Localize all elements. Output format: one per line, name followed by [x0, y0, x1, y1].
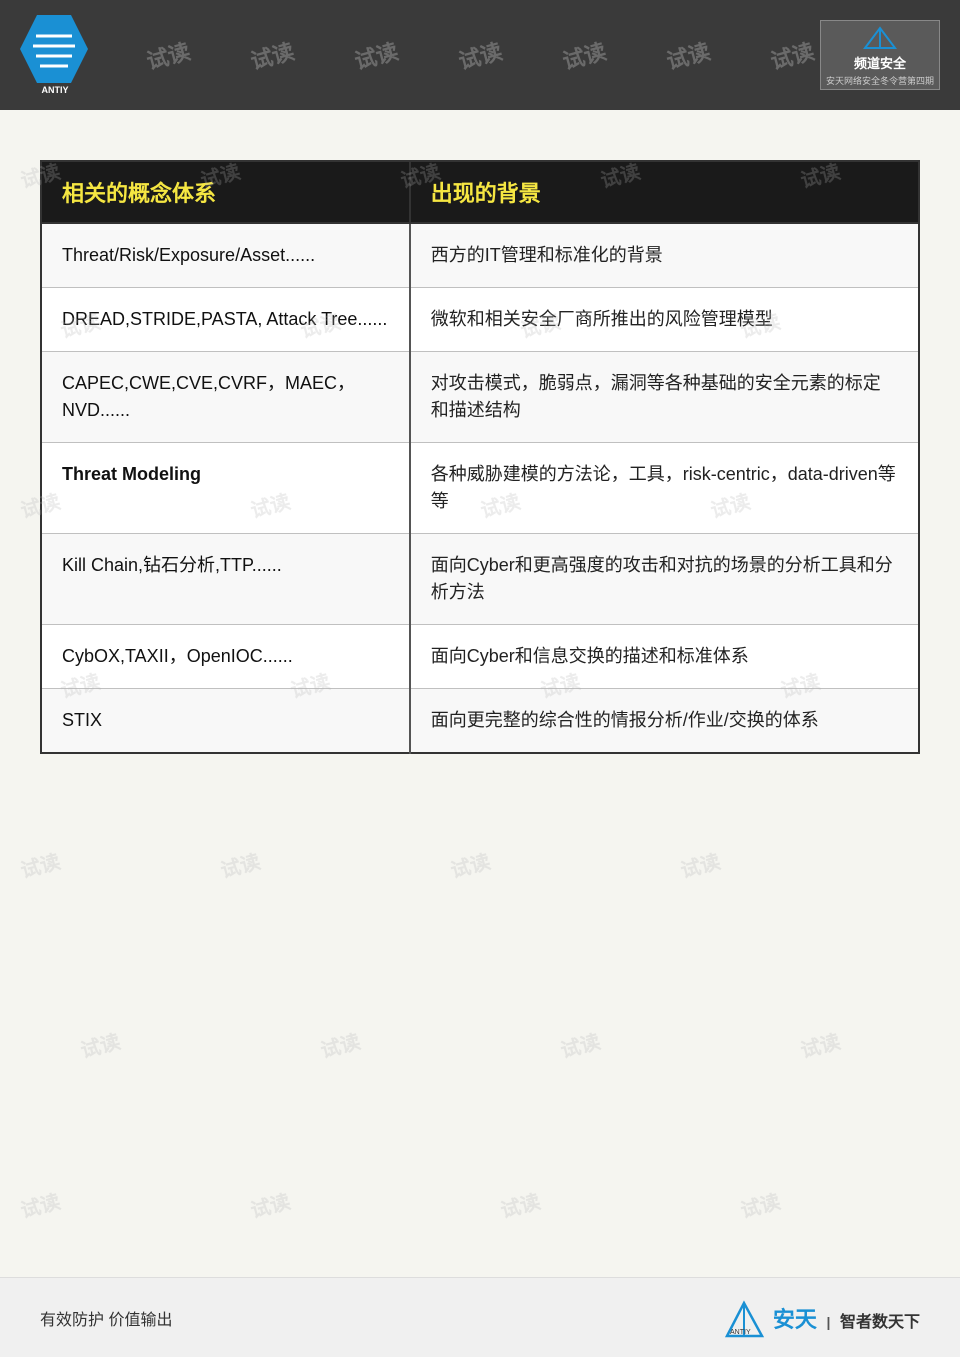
header: ANTIY 试读 试读 试读 试读 试读 试读 试读 频道安全 安天网络安全冬令… [0, 0, 960, 110]
cell-background-6: 面向更完整的综合性的情报分析/作业/交换的体系 [410, 689, 919, 754]
table-header-row: 相关的概念体系 出现的背景 [41, 161, 919, 223]
brand-sub: 安天网络安全冬令营第四期 [826, 74, 934, 87]
table-row: CAPEC,CWE,CVE,CVRF，MAEC，NVD......对攻击模式，脆… [41, 352, 919, 443]
table-row: CybOX,TAXII，OpenIOC......面向Cyber和信息交换的描述… [41, 625, 919, 689]
cell-concept-1: DREAD,STRIDE,PASTA, Attack Tree...... [41, 288, 410, 352]
footer-right: ANTIY 安天 | 智者数天下 [722, 1298, 920, 1338]
svg-text:ANTIY: ANTIY [730, 1329, 751, 1336]
table-row: Kill Chain,钻石分析,TTP......面向Cyber和更高强度的攻击… [41, 534, 919, 625]
footer-brand: 安天 | 智者数天下 [773, 1302, 920, 1334]
table-row: Threat/Risk/Exposure/Asset......西方的IT管理和… [41, 223, 919, 288]
footer: 有效防护 价值输出 ANTIY 安天 | 智者数天下 [0, 1277, 960, 1357]
footer-brand-tagline: 智者数天下 [840, 1314, 920, 1331]
watermark-1: 试读 [143, 34, 194, 76]
watermark-3: 试读 [351, 34, 402, 76]
cell-concept-2: CAPEC,CWE,CVE,CVRF，MAEC，NVD...... [41, 352, 410, 443]
footer-logo-icon: ANTIY [722, 1298, 767, 1338]
brand-name: 频道安全 [854, 53, 906, 72]
watermark-7: 试读 [767, 34, 818, 76]
footer-brand-pipe: | [827, 1314, 831, 1330]
table-row: Threat Modeling各种威胁建模的方法论，工具，risk-centri… [41, 443, 919, 534]
table-row: STIX面向更完整的综合性的情报分析/作业/交换的体系 [41, 689, 919, 754]
concept-table: 相关的概念体系 出现的背景 Threat/Risk/Exposure/Asset… [40, 160, 920, 754]
logo-hexagon [20, 15, 88, 83]
watermark-4: 试读 [455, 34, 506, 76]
header-watermarks: 试读 试读 试读 试读 试读 试读 试读 [0, 0, 960, 110]
cell-background-4: 面向Cyber和更高强度的攻击和对抗的场景的分析工具和分析方法 [410, 534, 919, 625]
logo-icon [28, 24, 80, 74]
logo-area: ANTIY [20, 15, 90, 95]
cell-background-0: 西方的IT管理和标准化的背景 [410, 223, 919, 288]
main-content: 相关的概念体系 出现的背景 Threat/Risk/Exposure/Asset… [0, 110, 960, 1277]
footer-brand-zh: 安天 [773, 1307, 817, 1332]
watermark-6: 试读 [663, 34, 714, 76]
table-row: DREAD,STRIDE,PASTA, Attack Tree......微软和… [41, 288, 919, 352]
col1-header: 相关的概念体系 [41, 161, 410, 223]
footer-slogan: 有效防护 价值输出 [40, 1306, 172, 1330]
watermark-5: 试读 [559, 34, 610, 76]
cell-concept-3: Threat Modeling [41, 443, 410, 534]
logo-shape: ANTIY [20, 15, 90, 95]
cell-concept-0: Threat/Risk/Exposure/Asset...... [41, 223, 410, 288]
col2-header: 出现的背景 [410, 161, 919, 223]
logo-text: ANTIY [20, 85, 90, 95]
brand-icon [855, 23, 905, 53]
cell-background-3: 各种威胁建模的方法论，工具，risk-centric，data-driven等等 [410, 443, 919, 534]
watermark-2: 试读 [247, 34, 298, 76]
cell-concept-6: STIX [41, 689, 410, 754]
cell-concept-5: CybOX,TAXII，OpenIOC...... [41, 625, 410, 689]
cell-concept-4: Kill Chain,钻石分析,TTP...... [41, 534, 410, 625]
header-right-logo: 频道安全 安天网络安全冬令营第四期 [820, 20, 940, 90]
cell-background-2: 对攻击模式，脆弱点，漏洞等各种基础的安全元素的标定和描述结构 [410, 352, 919, 443]
cell-background-5: 面向Cyber和信息交换的描述和标准体系 [410, 625, 919, 689]
cell-background-1: 微软和相关安全厂商所推出的风险管理模型 [410, 288, 919, 352]
